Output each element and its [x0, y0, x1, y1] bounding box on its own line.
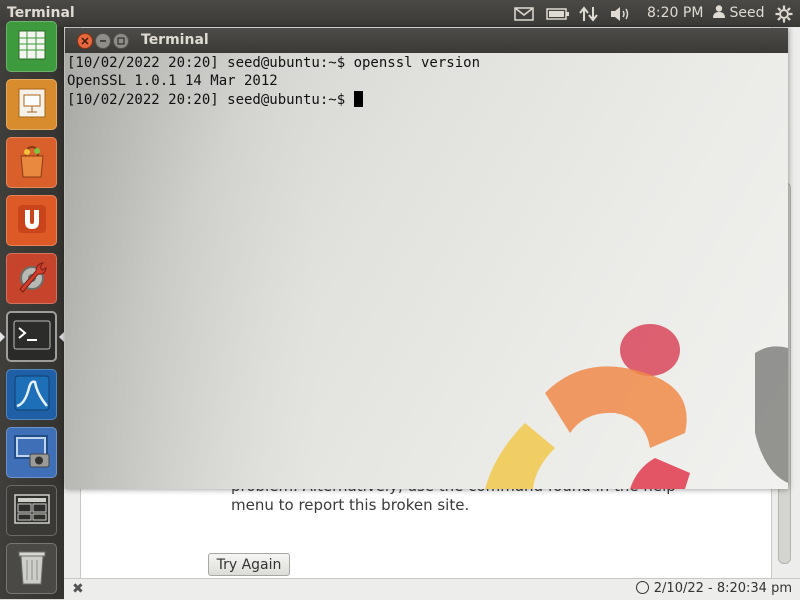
launcher-software-center[interactable]: [6, 137, 57, 188]
clock[interactable]: 8:20 PM: [647, 5, 703, 21]
workspace-icon: [13, 493, 51, 529]
terminal-body[interactable]: [10/02/2022 20:20] seed@ubuntu:~$ openss…: [65, 53, 788, 489]
user-menu[interactable]: Seed: [713, 5, 764, 21]
terminal-window[interactable]: Terminal [10/02/2022 20:20] seed@ubuntu:…: [65, 28, 788, 489]
status-close-icon[interactable]: ✖: [72, 581, 84, 597]
network-icon[interactable]: [579, 5, 599, 22]
browser-status-bar: ✖ 2/10/22 - 8:20:34 pm: [64, 578, 800, 600]
launcher-screenshot[interactable]: [6, 427, 57, 478]
clock-icon: [635, 581, 649, 594]
launcher-terminal[interactable]: [6, 311, 57, 362]
launcher-trash[interactable]: [6, 543, 57, 594]
maximize-icon[interactable]: [113, 33, 129, 49]
wireshark-icon: [13, 374, 51, 416]
active-app-title: Terminal: [7, 5, 75, 21]
launcher: [0, 21, 64, 599]
text-cursor: [353, 91, 363, 107]
screenshot-icon: [12, 432, 52, 474]
gear-icon[interactable]: [775, 5, 793, 22]
terminal-prompt-line[interactable]: [10/02/2022 20:20] seed@ubuntu:~$: [67, 91, 363, 108]
top-panel: Terminal 8:20 PM Seed: [0, 0, 800, 27]
terminal-line-2: OpenSSL 1.0.1 14 Mar 2012: [67, 73, 278, 89]
volume-icon[interactable]: [610, 5, 632, 22]
status-timestamp: 2/10/22 - 8:20:34 pm: [635, 581, 792, 596]
mail-icon[interactable]: [514, 5, 534, 22]
spreadsheet-icon: [15, 28, 49, 66]
launcher-wireshark[interactable]: [6, 369, 57, 420]
shopping-bag-icon: [15, 143, 49, 183]
ubuntu-wallpaper-art: [65, 53, 788, 489]
minimize-icon[interactable]: [95, 33, 111, 49]
active-indicator-left: [0, 332, 5, 342]
terminal-titlebar[interactable]: Terminal: [65, 28, 788, 53]
launcher-workspace-switcher[interactable]: [6, 485, 57, 536]
user-name: Seed: [729, 5, 765, 21]
close-icon[interactable]: [77, 33, 93, 49]
trash-icon: [15, 547, 49, 591]
wrench-gear-icon: [14, 259, 50, 299]
launcher-spreadsheet[interactable]: [6, 21, 57, 72]
launcher-system-settings[interactable]: [6, 253, 57, 304]
status-time-text: 2/10/22 - 8:20:34 pm: [653, 581, 792, 596]
launcher-ubuntu-one[interactable]: [6, 195, 57, 246]
ubuntu-one-icon: [15, 202, 49, 240]
active-indicator-right: [59, 332, 64, 342]
terminal-line-1: [10/02/2022 20:20] seed@ubuntu:~$ openss…: [67, 55, 481, 71]
error-message-line-2: menu to report this broken site.: [231, 496, 470, 514]
terminal-prompt: [10/02/2022 20:20] seed@ubuntu:~$: [67, 92, 354, 108]
presentation-icon: [15, 86, 49, 124]
user-icon: [713, 5, 725, 18]
launcher-presentation[interactable]: [6, 79, 57, 130]
try-again-button[interactable]: Try Again: [208, 553, 290, 576]
terminal-title: Terminal: [141, 32, 209, 48]
terminal-icon: [13, 320, 51, 354]
battery-icon[interactable]: [546, 5, 570, 22]
